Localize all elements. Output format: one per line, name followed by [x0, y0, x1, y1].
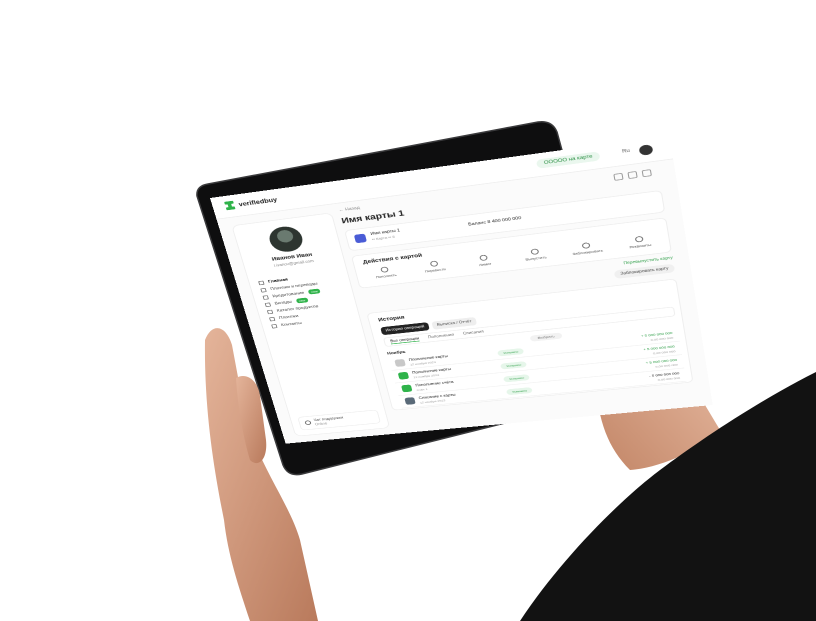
action-transfer[interactable]: Перевести — [410, 258, 459, 275]
history-title: История — [377, 315, 406, 323]
percent-icon — [262, 294, 269, 300]
sidebar-nav: Главная Платежи и переводы Кредитование n… — [258, 269, 355, 330]
month-label: Ноябрь — [386, 350, 407, 356]
new-badge: new — [295, 297, 309, 304]
transaction-icon — [397, 371, 410, 380]
status-pill[interactable]: ООООО на карте — [536, 151, 601, 169]
status-badge: Успешно — [505, 387, 533, 396]
edit-icon[interactable] — [613, 172, 624, 181]
status-badge: Успешно — [500, 361, 528, 370]
status-badge: Успешно — [497, 347, 525, 357]
user-avatar-icon[interactable] — [638, 144, 654, 156]
chat-icon — [304, 420, 312, 426]
limit-icon — [479, 254, 489, 262]
main-content: ← Назад Имя карты 1 Имя карты 1 •• Карта… — [338, 167, 694, 411]
language-switch[interactable]: Ru — [622, 149, 631, 155]
transfer-icon — [429, 260, 439, 267]
transaction-subamount: 0,00 000 000 — [650, 335, 674, 342]
logo-icon — [224, 201, 235, 211]
action-issue[interactable]: Выпустить — [510, 246, 560, 263]
tab-all[interactable]: Все операции — [389, 336, 420, 344]
transaction-date: Счёт 1 — [416, 387, 428, 392]
action-details[interactable]: Реквизиты — [614, 233, 666, 250]
status-badge: Успешно — [503, 374, 531, 383]
action-topup[interactable]: Пополнить — [361, 264, 409, 280]
transaction-name: Пополнение счёта — [415, 380, 454, 388]
action-limit[interactable]: Лимит — [460, 252, 510, 269]
tab-income[interactable]: Пополнения — [428, 333, 455, 340]
card-icon — [260, 287, 267, 293]
action-block[interactable]: Заблокировать — [562, 240, 613, 257]
new-badge: new — [307, 288, 321, 295]
issue-icon — [530, 248, 540, 255]
settings-icon[interactable] — [627, 171, 638, 179]
deposit-icon — [264, 302, 271, 307]
wallet-icon — [268, 316, 276, 322]
support-status: Online — [314, 421, 328, 427]
transaction-subamount: 0,00 000 000 — [655, 362, 679, 369]
profile-avatar — [266, 224, 306, 254]
tab-expense[interactable]: Списания — [463, 330, 485, 336]
block-card-button[interactable]: Заблокировать карту — [613, 263, 676, 279]
lock-icon — [581, 242, 591, 249]
card-balance: Баланс 8 400 000 000 — [467, 216, 522, 228]
brand-name: verifiedbuy — [237, 196, 278, 208]
transaction-icon — [404, 397, 416, 405]
grid-icon — [266, 309, 274, 314]
contacts-icon — [271, 323, 278, 329]
support-chat[interactable]: Чат поддержки Online — [297, 409, 381, 431]
transaction-icon — [394, 358, 406, 367]
transaction-subamount: 0,00 000 000 — [652, 349, 676, 356]
brand-logo[interactable]: verifiedbuy — [224, 195, 278, 210]
info-icon — [634, 235, 644, 243]
card-icon — [353, 233, 367, 244]
delete-icon[interactable] — [641, 169, 652, 178]
transaction-subamount: 0,00 000 000 — [657, 376, 681, 382]
transaction-icon — [401, 384, 413, 393]
home-icon — [258, 280, 265, 285]
support-title: Чат поддержки — [313, 415, 344, 423]
plus-icon — [380, 266, 389, 273]
